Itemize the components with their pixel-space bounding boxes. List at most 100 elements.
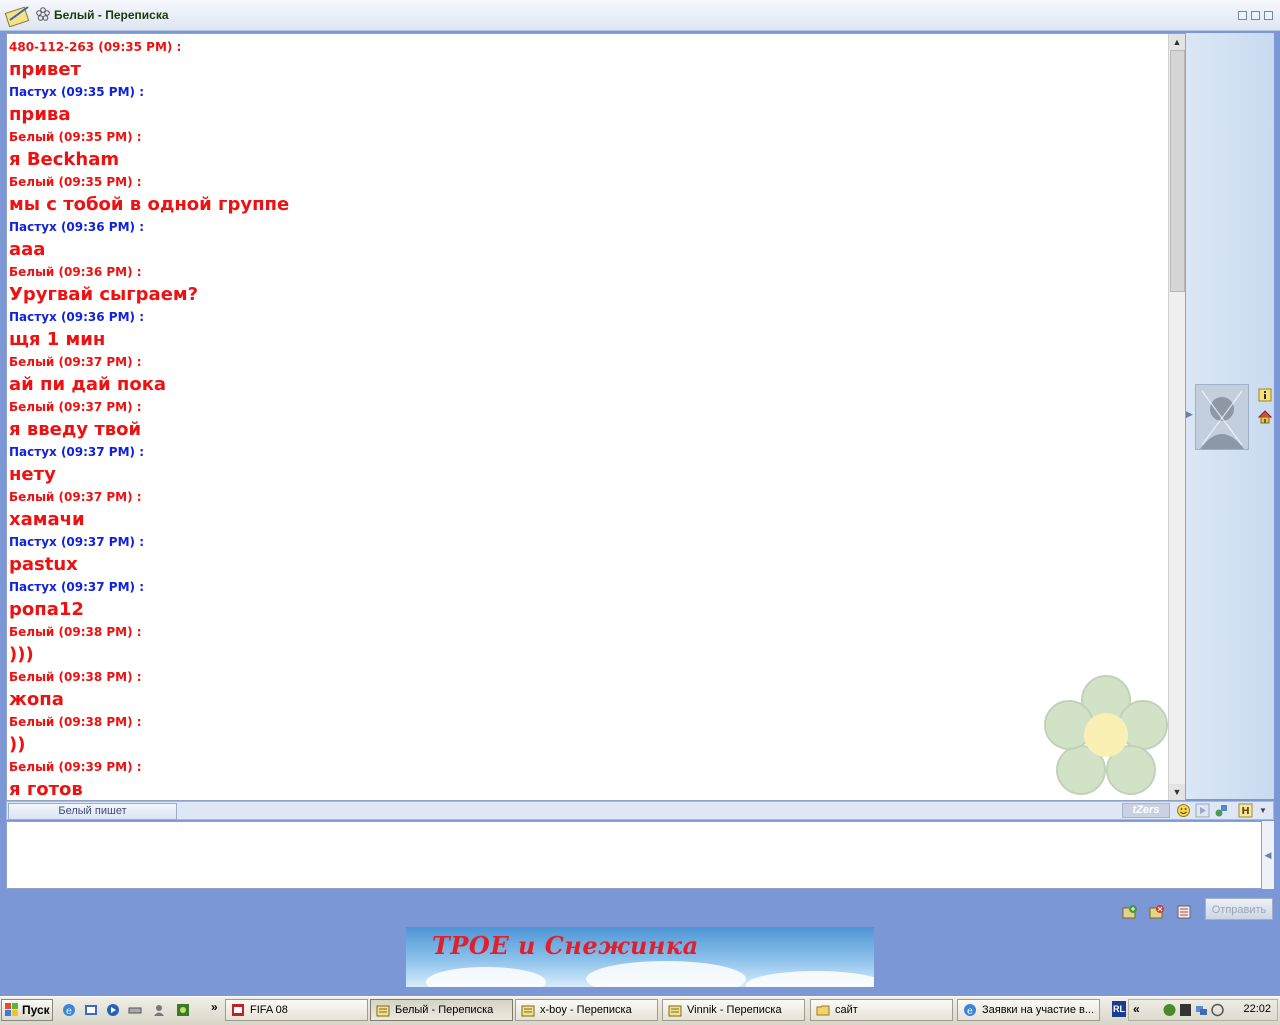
message-text: щя 1 мин xyxy=(9,329,106,350)
tools-icon[interactable] xyxy=(1214,803,1229,818)
ad-banner[interactable]: ТРОЕ и Снежинка xyxy=(406,927,874,987)
contact-panel: ▶ xyxy=(1186,33,1274,799)
svg-text:e: e xyxy=(967,1006,973,1017)
tzers-button[interactable]: tZers xyxy=(1122,803,1170,818)
send-button[interactable]: Отправить xyxy=(1205,898,1273,920)
maximize-button[interactable] xyxy=(1251,11,1260,20)
scroll-thumb[interactable] xyxy=(1170,50,1185,292)
play-icon[interactable] xyxy=(1195,803,1210,818)
input-expand-icon[interactable]: ◀ xyxy=(1262,821,1274,889)
message-author: Белый (09:37 PM) : xyxy=(9,355,142,369)
message-author: Пастух (09:37 PM) : xyxy=(9,535,145,549)
typing-indicator: Белый пишет xyxy=(8,803,177,820)
outlook-icon[interactable] xyxy=(84,1003,98,1017)
message-author: Белый (09:36 PM) : xyxy=(9,265,142,279)
network-icon[interactable] xyxy=(1195,1003,1208,1017)
message-text: я введу твой xyxy=(9,419,142,440)
minimize-button[interactable] xyxy=(1238,11,1247,20)
default-avatar-icon xyxy=(1200,390,1244,449)
ie-icon: e xyxy=(964,1004,976,1017)
message-author: Пастух (09:36 PM) : xyxy=(9,220,145,234)
quicklaunch-more-icon[interactable]: » xyxy=(211,1000,218,1014)
message-author: Белый (09:35 PM) : xyxy=(9,130,142,144)
scroll-down-arrow-icon[interactable]: ▼ xyxy=(1169,784,1185,800)
message-text: ропа12 xyxy=(9,599,84,620)
task-button[interactable]: x-boy - Переписка xyxy=(515,999,658,1021)
message-text: мы с тобой в одной группе xyxy=(9,194,290,215)
message-author: Белый (09:37 PM) : xyxy=(9,400,142,414)
update-icon[interactable] xyxy=(1211,1003,1224,1017)
windows-logo-icon xyxy=(5,1003,18,1016)
language-indicator[interactable]: RL xyxy=(1112,1001,1126,1017)
drive-icon[interactable] xyxy=(128,1003,142,1017)
title-bar[interactable]: Белый - Переписка xyxy=(0,0,1280,31)
block-contact-icon[interactable] xyxy=(1149,904,1165,920)
task-button[interactable]: сайт xyxy=(810,999,953,1021)
clock: 22:02 xyxy=(1243,1003,1271,1015)
start-button[interactable]: Пуск xyxy=(1,999,53,1021)
task-button[interactable]: e Заявки на участие в... xyxy=(957,999,1100,1021)
message-text: жопа xyxy=(9,689,64,710)
avatar[interactable] xyxy=(1195,384,1249,450)
icq-flower-icon xyxy=(36,7,50,21)
shield-icon[interactable] xyxy=(1179,1003,1192,1017)
message-text: pastux xyxy=(9,554,78,575)
message-text: я Beckham xyxy=(9,149,120,170)
banner-text: ТРОЕ и Снежинка xyxy=(432,931,699,960)
banner-cloud xyxy=(426,967,546,987)
toolbar-dropdown-icon[interactable]: ▼ xyxy=(1259,803,1269,818)
media-player-icon[interactable] xyxy=(106,1003,120,1017)
task-button[interactable]: FIFA 08 xyxy=(225,999,368,1021)
nvidia-icon[interactable] xyxy=(1163,1003,1176,1017)
banner-cloud xyxy=(586,961,746,987)
history-h-icon[interactable]: H xyxy=(1238,803,1253,818)
contact-list-icon[interactable] xyxy=(1176,904,1192,920)
home-icon[interactable] xyxy=(1258,410,1272,424)
message-author: Белый (09:38 PM) : xyxy=(9,670,142,684)
taskbar: Пуск e » FIFA 08 Белый - Переписка x-boy… xyxy=(0,996,1280,1025)
message-author: 480-112-263 (09:35 PM) : xyxy=(9,40,182,54)
chat-window-icon xyxy=(376,1005,390,1017)
scroll-up-arrow-icon[interactable]: ▲ xyxy=(1169,34,1185,50)
message-input[interactable] xyxy=(6,821,1262,889)
pencil-notepad-icon xyxy=(4,6,30,27)
svg-text:e: e xyxy=(66,1006,72,1017)
message-text: привет xyxy=(9,59,81,80)
message-author: Белый (09:38 PM) : xyxy=(9,625,142,639)
message-author: Белый (09:35 PM) : xyxy=(9,175,142,189)
message-text: )) xyxy=(9,734,26,755)
task-button[interactable]: Vinnik - Переписка xyxy=(662,999,805,1021)
history-scrollbar[interactable]: ▲ ▼ xyxy=(1168,34,1185,800)
message-author: Белый (09:39 PM) : xyxy=(9,760,142,774)
message-author: Белый (09:37 PM) : xyxy=(9,490,142,504)
game-app-icon[interactable] xyxy=(176,1003,190,1017)
message-text: нету xyxy=(9,464,56,485)
message-author: Пастух (09:35 PM) : xyxy=(9,85,145,99)
message-author: Белый (09:38 PM) : xyxy=(9,715,142,729)
message-list: 480-112-263 (09:35 PM) : привет Пастух (09… xyxy=(9,36,1159,800)
window-title: Белый - Переписка xyxy=(54,8,169,22)
message-text: ай пи дай пока xyxy=(9,374,167,395)
ie-icon[interactable]: e xyxy=(62,1003,76,1017)
close-button[interactable] xyxy=(1264,11,1273,20)
chat-history[interactable]: 480-112-263 (09:35 PM) : привет Пастух (09… xyxy=(6,33,1186,801)
task-button[interactable]: Белый - Переписка xyxy=(370,999,513,1021)
system-tray: « 22:02 xyxy=(1128,999,1278,1021)
message-text: Уругвай сыграем? xyxy=(9,284,199,305)
collapse-panel-icon[interactable]: ▶ xyxy=(1186,409,1193,420)
folder-icon xyxy=(816,1005,830,1016)
add-contact-icon[interactable] xyxy=(1122,904,1138,920)
tray-expand-icon[interactable]: « xyxy=(1133,1002,1140,1016)
message-author: Пастух (09:37 PM) : xyxy=(9,580,145,594)
smiley-icon[interactable] xyxy=(1176,803,1191,818)
message-text: ))) xyxy=(9,644,34,665)
message-text: ааа xyxy=(9,239,46,260)
message-text: хамачи xyxy=(9,509,85,530)
info-icon[interactable] xyxy=(1258,388,1272,402)
banner-cloud xyxy=(746,971,874,987)
message-text: я готов xyxy=(9,779,83,800)
message-author: Пастух (09:36 PM) : xyxy=(9,310,145,324)
message-text: прива xyxy=(9,104,71,125)
chat-window-icon xyxy=(521,1005,535,1017)
user-icon[interactable] xyxy=(152,1003,166,1017)
